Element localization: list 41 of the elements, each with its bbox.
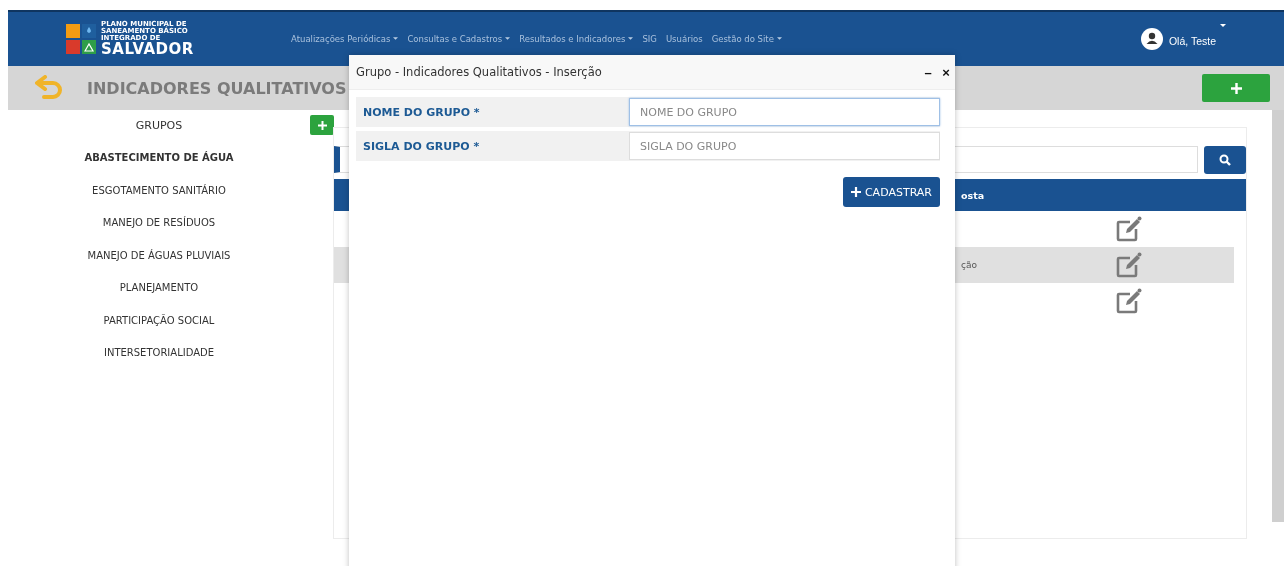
user-greeting[interactable]: Olá, Teste xyxy=(1168,35,1216,47)
search-icon xyxy=(1219,154,1231,166)
nav-link[interactable]: Gestão do Site xyxy=(711,34,782,44)
add-button[interactable] xyxy=(310,115,334,135)
plus-icon xyxy=(1230,82,1242,94)
nav-link[interactable]: Resultados e Indicadores xyxy=(519,34,634,44)
nav-link[interactable]: Usuários xyxy=(665,34,703,44)
sidebar-heading: GRUPOS xyxy=(135,119,183,134)
column-header: osta xyxy=(961,189,985,201)
nav-link[interactable]: Atualizações Periódicas xyxy=(291,34,399,44)
sidebar-item[interactable]: PLANEJAMENTO xyxy=(119,282,199,315)
dialog-title: Grupo - Indicadores Qualitativos - Inserção xyxy=(356,65,603,79)
search-button[interactable] xyxy=(1204,146,1246,174)
sidebar-item[interactable]: MANEJO DE ÁGUAS PLUVIAIS xyxy=(87,249,231,282)
plus-icon xyxy=(317,120,327,130)
logo-title: SALVADOR xyxy=(101,42,194,57)
nav-link[interactable]: SIG xyxy=(642,34,657,44)
sidebar-item[interactable]: ABASTECIMENTO DE ÁGUA xyxy=(84,152,234,185)
scrollbar[interactable] xyxy=(1272,110,1284,522)
sidebar-item[interactable]: INTERSETORIALIDADE xyxy=(103,347,215,380)
field-label: SIGLA DO GRUPO * xyxy=(362,139,481,153)
sidebar-item[interactable]: PARTICIPAÇÃO SOCIAL xyxy=(103,314,215,347)
page-title: INDICADORES QUALITATIVOS xyxy=(87,78,347,98)
edit-icon[interactable] xyxy=(1116,216,1142,242)
field-label: NOME DO GRUPO * xyxy=(362,105,481,119)
sidebar-item[interactable]: MANEJO DE RESÍDUOS xyxy=(102,217,216,250)
table-cell-text: ção xyxy=(961,260,978,270)
caret-icon[interactable] xyxy=(1220,24,1226,28)
minimize-button[interactable]: – xyxy=(919,64,937,80)
input-field[interactable]: SIGLA DO GRUPO xyxy=(629,132,940,160)
user-avatar-icon[interactable] xyxy=(1140,28,1163,50)
add-button[interactable] xyxy=(1202,74,1270,102)
edit-icon[interactable] xyxy=(1116,288,1142,314)
input-field[interactable]: NOME DO GRUPO xyxy=(629,98,940,126)
sidebar-item[interactable]: ESGOTAMENTO SANITÁRIO xyxy=(92,184,226,217)
logo-icon xyxy=(66,24,96,54)
submit-button[interactable]: CADASTRAR xyxy=(842,177,940,207)
close-button[interactable]: × xyxy=(937,64,955,80)
edit-icon[interactable] xyxy=(1116,252,1142,278)
nav-link[interactable]: Consultas e Cadastros xyxy=(407,34,511,44)
plus-icon xyxy=(850,187,861,197)
